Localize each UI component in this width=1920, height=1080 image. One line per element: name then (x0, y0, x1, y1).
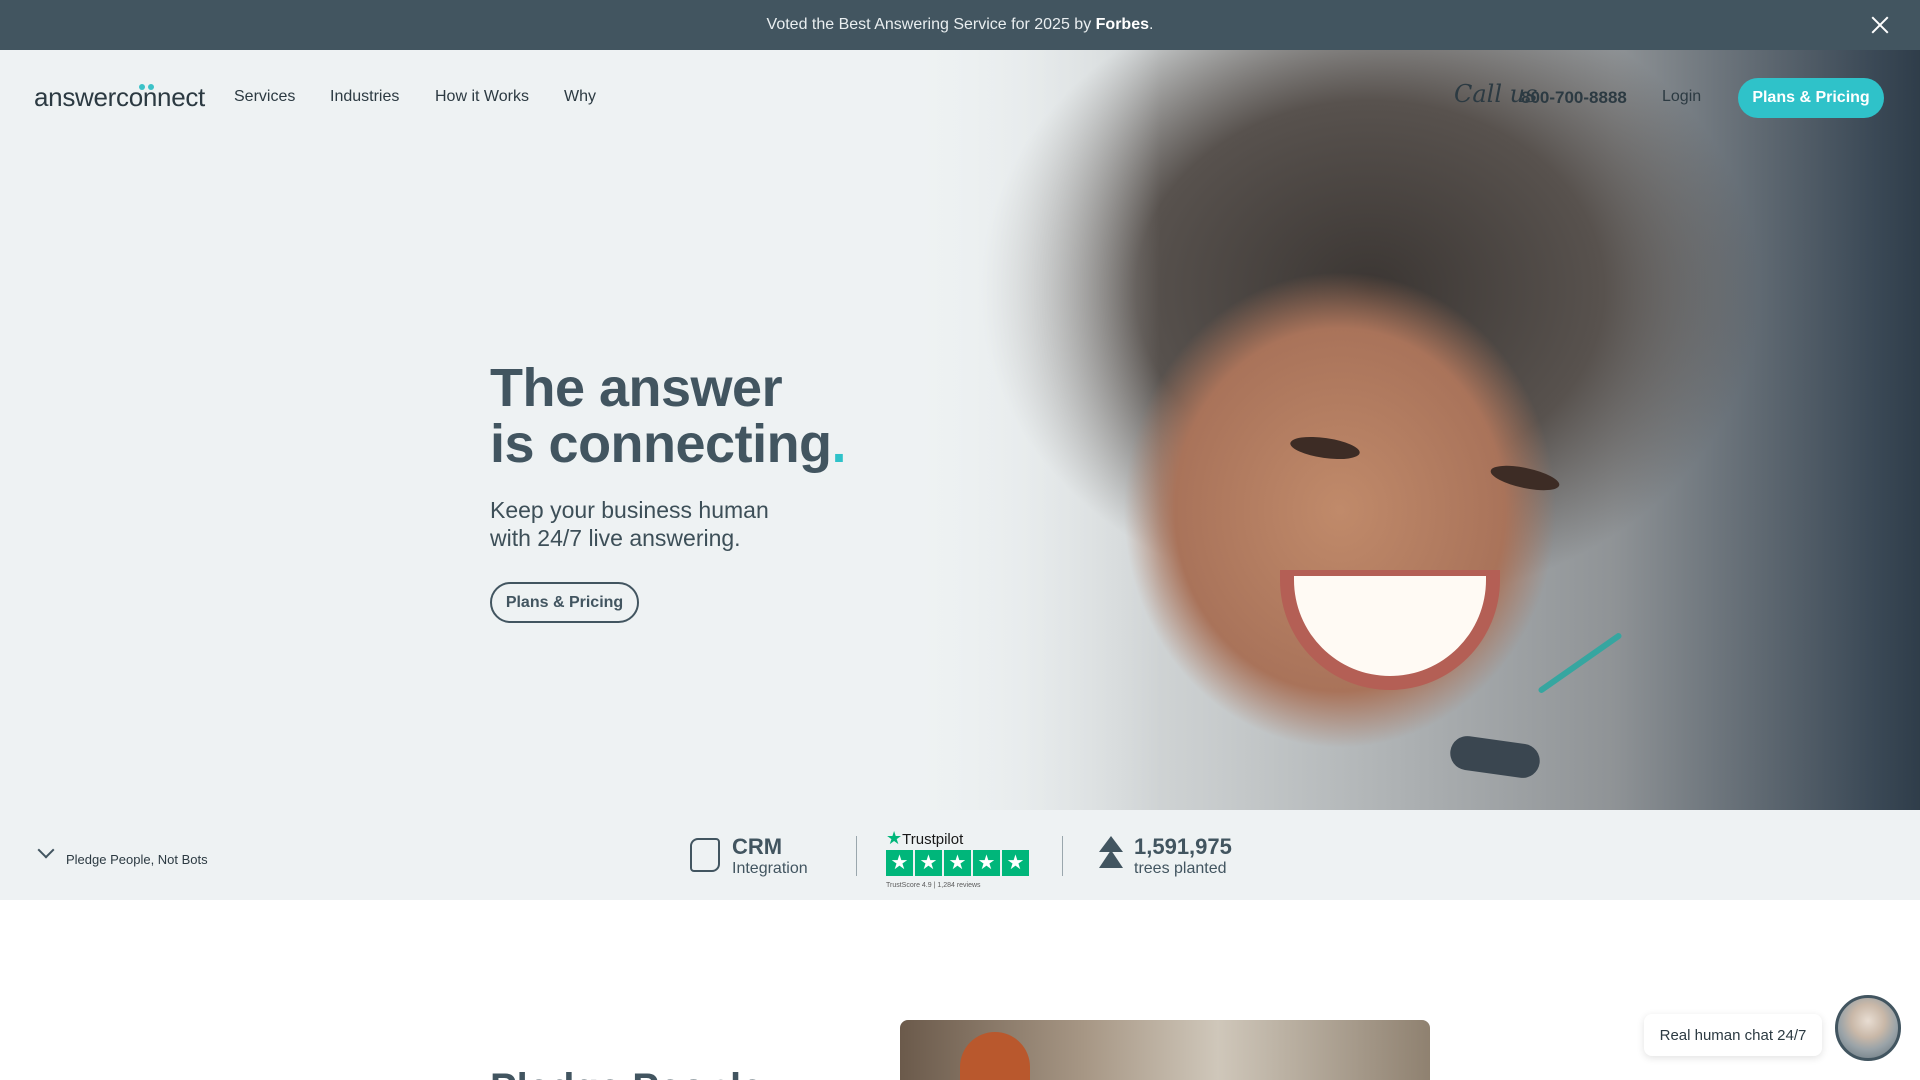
trees-count: 1,591,975 (1134, 834, 1232, 859)
trustpilot-logo-text: Trustpilot (902, 831, 964, 848)
nav-services[interactable]: Services (234, 88, 295, 106)
hero-headline-line1: The answer (490, 358, 783, 418)
close-icon[interactable] (1868, 13, 1892, 37)
announcement-bar: Voted the Best Answering Service for 202… (0, 0, 1920, 50)
trustpilot-star-icon: ★ (1002, 850, 1029, 876)
divider (856, 836, 857, 876)
chevron-down-icon[interactable] (37, 841, 55, 859)
announcement-text-post: . (1148, 16, 1154, 33)
trustpilot-star-icon: ★ (886, 850, 913, 876)
plans-pricing-button-hero[interactable]: Plans & Pricing (490, 582, 639, 623)
hero-fade (900, 50, 1160, 810)
pledge-photo-person (960, 1032, 1030, 1080)
announcement-text-pre: Voted the Best Answering Service for 202… (766, 16, 1096, 33)
pledge-section: Pledge People (0, 900, 1920, 1080)
hero-section (0, 50, 1920, 810)
nav-how-it-works[interactable]: How it Works (435, 88, 529, 106)
pledge-section-title: Pledge People (490, 1066, 763, 1080)
tree-icon (1098, 836, 1124, 872)
pledge-section-photo (900, 1020, 1430, 1080)
phone-number[interactable]: 800-700-8888 (1521, 88, 1627, 108)
trustpilot-logo[interactable]: ★Trustpilot (886, 828, 963, 849)
announcement-forbes: Forbes (1095, 16, 1149, 33)
trustpilot-stars: ★ ★ ★ ★ ★ (886, 850, 1029, 876)
announcement-text: Voted the Best Answering Service for 202… (767, 16, 1154, 34)
logo[interactable]: answerconnect (34, 82, 205, 113)
trustpilot-score[interactable]: TrustScore 4.9 | 1,284 reviews (886, 882, 981, 889)
login-link[interactable]: Login (1662, 88, 1701, 106)
trustpilot-star-icon: ★ (915, 850, 942, 876)
trustpilot-star-icon: ★ (944, 850, 971, 876)
hero-subline: Keep your business human with 24/7 live … (490, 497, 769, 551)
divider (1062, 836, 1063, 876)
chat-bubble[interactable]: Real human chat 24/7 (1644, 1014, 1822, 1056)
nav-why[interactable]: Why (564, 88, 596, 106)
main-nav: answerconnect Services Industries How it… (0, 50, 1920, 146)
chat-avatar[interactable] (1835, 995, 1901, 1061)
puzzle-icon (690, 838, 720, 872)
nav-industries[interactable]: Industries (330, 88, 399, 106)
pledge-link[interactable]: Pledge People, Not Bots (66, 852, 208, 867)
crm-title: CRM (732, 834, 783, 859)
plans-pricing-button-nav[interactable]: Plans & Pricing (1738, 78, 1884, 118)
hero-headline-line2: is connecting (490, 414, 832, 474)
stats-strip: Pledge People, Not Bots CRM Integration … (0, 810, 1920, 900)
trustpilot-star-icon: ★ (886, 828, 903, 848)
hero-headline-dot: . (831, 414, 847, 474)
trees-label: trees planted (1134, 860, 1227, 877)
trustpilot-star-icon: ★ (973, 850, 1000, 876)
hero-headline: The answer is connecting. (490, 358, 847, 474)
logo-dots (139, 84, 159, 90)
crm-subtitle: Integration (732, 860, 808, 877)
